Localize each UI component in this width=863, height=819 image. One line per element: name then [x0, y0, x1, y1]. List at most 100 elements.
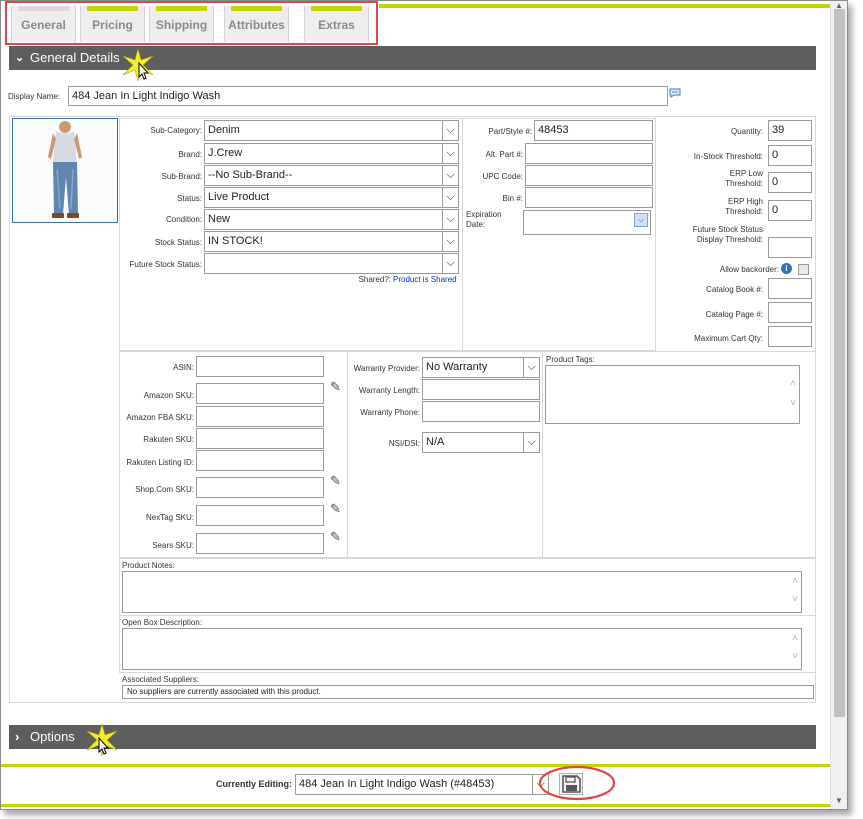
bin-label: Bin #:	[502, 194, 523, 203]
catalog-page-input[interactable]	[768, 302, 812, 323]
options-header[interactable]: › Options	[9, 725, 816, 749]
product-editor-window: General Pricing Shipping Attributes Extr…	[0, 0, 848, 810]
in-stock-threshold-input[interactable]: 0	[768, 145, 812, 166]
footer-accent-line-top	[1, 764, 833, 767]
display-name-input[interactable]: 484 Jean In Light Indigo Wash	[68, 86, 668, 106]
part-style-label: Part/Style #:	[488, 127, 532, 136]
erp-high-threshold-input[interactable]: 0	[768, 200, 812, 221]
tab-pricing[interactable]: Pricing	[80, 6, 145, 42]
scrollbar-thumb[interactable]	[834, 9, 845, 717]
sub-brand-label: Sub-Brand:	[161, 172, 202, 181]
future-stock-status-select[interactable]: ⌵	[204, 253, 459, 274]
sub-category-select[interactable]: Denim ⌵	[204, 120, 459, 141]
catalog-page-label: Catalog Page #:	[705, 310, 763, 319]
allow-backorder-checkbox[interactable]	[798, 264, 809, 275]
product-tags-textarea[interactable]: ˄ ˅	[545, 365, 800, 424]
erp-low-threshold-input[interactable]: 0	[768, 172, 812, 193]
shop-com-sku-label: Shop.Com SKU:	[135, 485, 194, 494]
chevron-down-icon: ⌵	[442, 144, 458, 163]
nsi-dsi-value: N/A	[426, 436, 445, 448]
product-notes-label: Product Notes:	[122, 561, 175, 570]
amazon-sku-label: Amazon SKU:	[143, 391, 194, 400]
associated-suppliers-box: No suppliers are currently associated wi…	[122, 685, 814, 699]
chevron-down-icon: ⌵	[442, 188, 458, 207]
sub-brand-select[interactable]: --No Sub-Brand-- ⌵	[204, 165, 459, 186]
warranty-provider-value: No Warranty	[426, 361, 488, 373]
tab-extras[interactable]: Extras	[304, 6, 369, 42]
footer-accent-line-bottom	[1, 804, 833, 807]
tab-strip: General Pricing Shipping Attributes Extr…	[5, 1, 378, 45]
amazon-sku-input[interactable]	[196, 383, 324, 404]
condition-select[interactable]: New ⌵	[204, 209, 459, 230]
future-stock-display-threshold-input[interactable]	[768, 237, 812, 258]
pencil-edit-icon[interactable]: ✎	[330, 529, 341, 545]
currently-editing-label: Currently Editing:	[216, 779, 292, 789]
condition-label: Condition:	[165, 215, 202, 224]
chevron-down-icon: ⌵	[442, 232, 458, 251]
pencil-edit-icon[interactable]: ✎	[330, 501, 341, 517]
maximum-cart-qty-input[interactable]	[768, 326, 812, 347]
status-value: Live Product	[208, 191, 270, 203]
rakuten-sku-input[interactable]	[196, 428, 324, 449]
scroll-down-arrow-icon[interactable]: ▼	[835, 796, 843, 805]
product-tags-label: Product Tags:	[546, 355, 595, 364]
product-is-shared-link[interactable]: Product is Shared	[393, 275, 457, 284]
allow-backorder-label: Allow backorder:	[719, 265, 779, 274]
sears-sku-input[interactable]	[196, 533, 324, 554]
part-style-input[interactable]: 48453	[534, 120, 653, 141]
sub-brand-value: --No Sub-Brand--	[208, 169, 293, 181]
product-image[interactable]	[12, 118, 118, 223]
quantity-input[interactable]: 39	[768, 120, 812, 141]
pencil-edit-icon[interactable]: ✎	[330, 379, 341, 395]
product-notes-textarea[interactable]: ˄ ˅	[122, 571, 802, 613]
currently-editing-select[interactable]: 484 Jean In Light Indigo Wash (#48453) ⌵	[295, 774, 549, 795]
warranty-length-input[interactable]	[422, 379, 540, 400]
expiration-date-picker[interactable]: ⌵	[523, 210, 651, 235]
nextag-sku-input[interactable]	[196, 505, 324, 526]
speech-bubble-icon[interactable]	[669, 88, 681, 98]
stock-status-select[interactable]: IN STOCK! ⌵	[204, 231, 459, 252]
options-title: Options	[30, 729, 75, 744]
scroll-down-icon: ˅	[792, 651, 798, 662]
expiration-date-label: Expiration Date:	[466, 210, 502, 229]
vertical-scrollbar[interactable]: ▲ ▼	[830, 1, 847, 809]
chevron-down-icon: ⌵	[523, 433, 539, 452]
chevron-down-icon: ⌵	[442, 166, 458, 185]
asin-input[interactable]	[196, 356, 324, 377]
warranty-provider-select[interactable]: No Warranty ⌵	[422, 357, 540, 378]
tab-attributes[interactable]: Attributes	[224, 6, 289, 42]
tab-shipping[interactable]: Shipping	[149, 6, 214, 42]
maximum-cart-qty-label: Maximum Cart Qty:	[694, 334, 763, 343]
open-box-description-textarea[interactable]: ˄ ˅	[122, 628, 802, 670]
warranty-provider-label: Warranty Provider:	[353, 364, 420, 373]
rakuten-listing-id-input[interactable]	[196, 450, 324, 471]
pencil-edit-icon[interactable]: ✎	[330, 473, 341, 489]
scroll-up-icon: ˄	[792, 633, 798, 644]
status-label: Status:	[177, 194, 202, 203]
nsi-dsi-select[interactable]: N/A ⌵	[422, 432, 540, 453]
shop-com-sku-input[interactable]	[196, 477, 324, 498]
warranty-length-label: Warranty Length:	[358, 386, 420, 395]
stock-status-value: IN STOCK!	[208, 235, 263, 247]
chevron-down-icon: ⌵	[442, 254, 458, 273]
catalog-book-input[interactable]	[768, 278, 812, 299]
warranty-phone-label: Warranty Phone:	[360, 408, 420, 417]
display-name-label: Display Name:	[8, 92, 61, 101]
status-select[interactable]: Live Product ⌵	[204, 187, 459, 208]
scroll-down-icon: ˅	[790, 398, 796, 409]
chevron-down-icon: ⌵	[523, 358, 539, 377]
bin-input[interactable]	[525, 187, 653, 208]
chevron-down-icon: ⌄	[15, 52, 25, 64]
amazon-fba-sku-input[interactable]	[196, 406, 324, 427]
future-stock-display-threshold-label: Future Stock Status Display Threshold:	[692, 225, 763, 244]
brand-select[interactable]: J.Crew ⌵	[204, 143, 459, 164]
rakuten-listing-id-label: Rakuten Listing ID:	[126, 458, 194, 467]
scroll-down-icon: ˅	[792, 594, 798, 605]
alt-part-input[interactable]	[525, 143, 653, 164]
tab-general[interactable]: General	[11, 6, 76, 42]
info-icon[interactable]: i	[781, 263, 792, 274]
chevron-right-icon: ›	[15, 729, 20, 744]
upc-code-input[interactable]	[525, 165, 653, 186]
warranty-phone-input[interactable]	[422, 401, 540, 422]
condition-value: New	[208, 213, 231, 225]
